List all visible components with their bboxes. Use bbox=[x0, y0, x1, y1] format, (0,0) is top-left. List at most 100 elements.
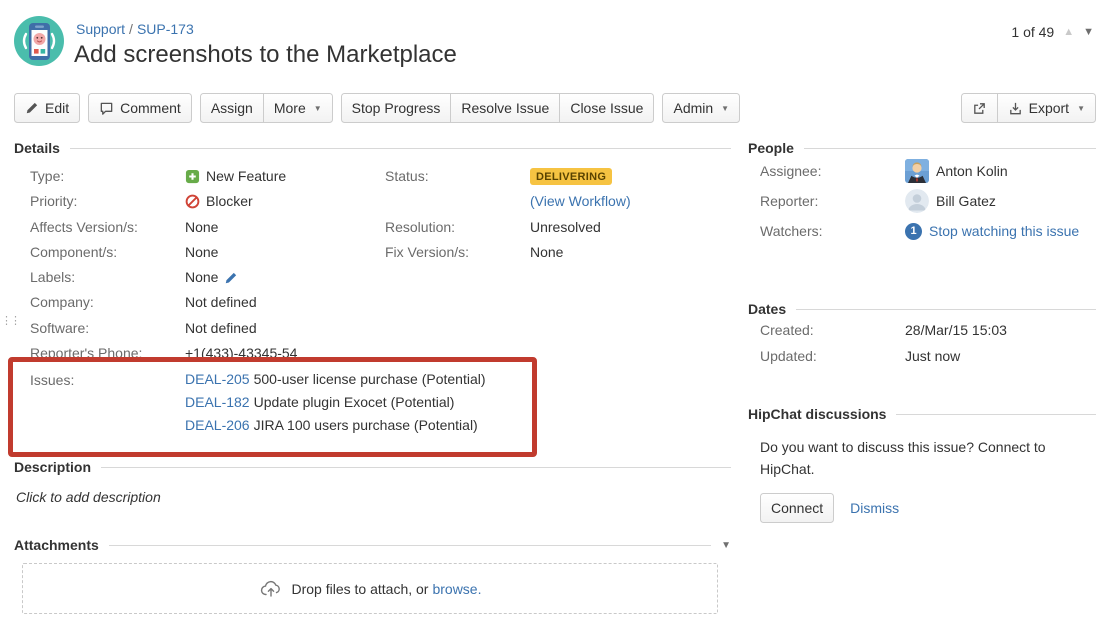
dismiss-link[interactable]: Dismiss bbox=[850, 500, 899, 516]
more-button[interactable]: More▼ bbox=[264, 93, 333, 123]
company-value: Not defined bbox=[185, 290, 257, 315]
hipchat-section-header: HipChat discussions bbox=[748, 406, 1096, 422]
updated-row: Updated: Just now bbox=[748, 343, 1096, 369]
comment-bubble-icon bbox=[99, 101, 114, 116]
reporters-phone-value: +1(433)-43345-54 bbox=[185, 341, 297, 366]
field-row-priority: Priority: Blocker bbox=[30, 189, 385, 214]
share-export-group: Export▼ bbox=[961, 93, 1096, 123]
chevron-down-icon: ▼ bbox=[721, 104, 729, 113]
people-section-title: People bbox=[748, 140, 794, 156]
issue-key-link[interactable]: DEAL-182 bbox=[185, 394, 250, 410]
assignee-name-link[interactable]: Anton Kolin bbox=[936, 163, 1008, 179]
upload-cloud-icon bbox=[259, 577, 283, 601]
reporter-avatar bbox=[905, 189, 929, 213]
people-module: People Assignee: Anton Kolin Reporter: bbox=[748, 140, 1096, 246]
component-value: None bbox=[185, 240, 218, 265]
field-row-component: Component/s: None bbox=[30, 240, 385, 265]
edit-button[interactable]: Edit bbox=[14, 93, 80, 123]
description-section-header: Description bbox=[14, 459, 731, 475]
reporter-name-link[interactable]: Bill Gatez bbox=[936, 193, 996, 209]
breadcrumb-project-link[interactable]: Support bbox=[76, 21, 125, 37]
field-row-fix-version: Fix Version/s: None bbox=[385, 240, 731, 265]
affects-version-value: None bbox=[185, 215, 218, 240]
issue-title: Add screenshots to the Marketplace bbox=[74, 41, 457, 69]
field-row-view-workflow: (View Workflow) bbox=[385, 189, 731, 214]
pager-next-icon[interactable]: ▼ bbox=[1083, 27, 1094, 38]
field-row-company: Company: Not defined bbox=[30, 290, 385, 315]
details-section-header: Details bbox=[14, 140, 731, 156]
browse-link[interactable]: browse. bbox=[432, 581, 481, 597]
edit-labels-pencil-icon[interactable] bbox=[224, 271, 238, 285]
field-row-status: Status: DELIVERING bbox=[385, 164, 731, 189]
field-row-reporters-phone: Reporter's Phone: +1(433)-43345-54 bbox=[30, 341, 385, 366]
workflow-group: Stop Progress Resolve Issue Close Issue bbox=[341, 93, 655, 123]
dates-section-title: Dates bbox=[748, 301, 786, 317]
issue-pager: 1 of 49 ▲ ▼ bbox=[1011, 24, 1094, 40]
issue-key-link[interactable]: DEAL-206 bbox=[185, 417, 250, 433]
breadcrumb-issue-key-link[interactable]: SUP-173 bbox=[137, 21, 194, 37]
attachment-drop-zone[interactable]: Drop files to attach, orbrowse. bbox=[22, 563, 718, 614]
dates-module: Dates Created: 28/Mar/15 15:03 Updated: … bbox=[748, 301, 1096, 369]
attachments-module: Attachments ▼ Drop files to attach, orbr… bbox=[14, 537, 731, 614]
software-value: Not defined bbox=[185, 316, 257, 341]
fix-version-value: None bbox=[530, 240, 563, 265]
pager-previous-icon[interactable]: ▲ bbox=[1063, 27, 1074, 38]
breadcrumb-separator: / bbox=[129, 21, 133, 37]
watchers-row: Watchers: 1 Stop watching this issue bbox=[748, 216, 1096, 246]
created-row: Created: 28/Mar/15 15:03 bbox=[748, 317, 1096, 343]
breadcrumb: Support/SUP-173 bbox=[76, 21, 194, 37]
dates-section-header: Dates bbox=[748, 301, 1096, 317]
connect-button[interactable]: Connect bbox=[760, 493, 834, 523]
pencil-icon bbox=[25, 101, 39, 115]
collapse-section-icon[interactable]: ▼ bbox=[721, 540, 731, 551]
people-section-header: People bbox=[748, 140, 1096, 156]
export-download-icon bbox=[1008, 101, 1023, 116]
reporter-row: Reporter: Bill Gatez bbox=[748, 186, 1096, 216]
created-value: 28/Mar/15 15:03 bbox=[905, 317, 1007, 343]
description-section-title: Description bbox=[14, 459, 91, 475]
project-avatar bbox=[14, 16, 64, 66]
resolve-issue-button[interactable]: Resolve Issue bbox=[451, 93, 560, 123]
export-button[interactable]: Export▼ bbox=[998, 93, 1096, 123]
field-row-resolution: Resolution: Unresolved bbox=[385, 215, 731, 240]
assignee-row: Assignee: Anton Kolin bbox=[748, 156, 1096, 186]
priority-value: Blocker bbox=[206, 189, 253, 214]
blocker-priority-icon bbox=[185, 194, 200, 209]
chevron-down-icon: ▼ bbox=[1077, 104, 1085, 113]
chevron-down-icon: ▼ bbox=[314, 104, 322, 113]
description-module: Description Click to add description bbox=[14, 459, 731, 505]
issue-key-link[interactable]: DEAL-205 bbox=[185, 371, 250, 387]
resolution-value: Unresolved bbox=[530, 215, 601, 240]
share-icon bbox=[972, 101, 987, 116]
field-row-affects-version: Affects Version/s: None bbox=[30, 215, 385, 240]
description-placeholder[interactable]: Click to add description bbox=[16, 489, 731, 505]
field-row-type: Type: New Feature bbox=[30, 164, 385, 189]
field-row-issues: Issues: DEAL-205500-user license purchas… bbox=[30, 368, 385, 437]
details-section-title: Details bbox=[14, 140, 60, 156]
new-feature-icon bbox=[185, 169, 200, 184]
assignee-avatar bbox=[905, 159, 929, 183]
comment-button[interactable]: Comment bbox=[88, 93, 192, 123]
admin-button[interactable]: Admin▼ bbox=[662, 93, 740, 123]
drop-files-text: Drop files to attach, orbrowse. bbox=[292, 581, 482, 597]
watchers-count-badge: 1 bbox=[905, 223, 922, 240]
stop-progress-button[interactable]: Stop Progress bbox=[341, 93, 452, 123]
hipchat-module: HipChat discussions Do you want to discu… bbox=[748, 406, 1096, 523]
pager-position: 1 of 49 bbox=[1011, 24, 1054, 40]
status-badge: DELIVERING bbox=[530, 168, 612, 185]
assign-button[interactable]: Assign bbox=[200, 93, 264, 123]
close-issue-button[interactable]: Close Issue bbox=[560, 93, 654, 123]
type-value: New Feature bbox=[206, 164, 286, 189]
stop-watching-link[interactable]: Stop watching this issue bbox=[929, 223, 1079, 239]
details-module: Details Type: New Feature Priority: Bloc… bbox=[14, 140, 731, 437]
sidebar-resize-handle[interactable]: ⋮⋮ bbox=[1, 317, 11, 326]
field-row-software: Software: Not defined bbox=[30, 316, 385, 341]
toolbar: Edit Comment Assign More▼ Stop Progress … bbox=[14, 93, 1096, 123]
jira-issue-page: Support/SUP-173 Add screenshots to the M… bbox=[0, 0, 1112, 635]
assign-more-group: Assign More▼ bbox=[200, 93, 333, 123]
hipchat-prompt-text: Do you want to discuss this issue? Conne… bbox=[760, 436, 1082, 480]
hipchat-section-title: HipChat discussions bbox=[748, 406, 886, 422]
view-workflow-link[interactable]: (View Workflow) bbox=[530, 189, 631, 214]
share-button[interactable] bbox=[961, 93, 998, 123]
updated-value: Just now bbox=[905, 343, 960, 369]
